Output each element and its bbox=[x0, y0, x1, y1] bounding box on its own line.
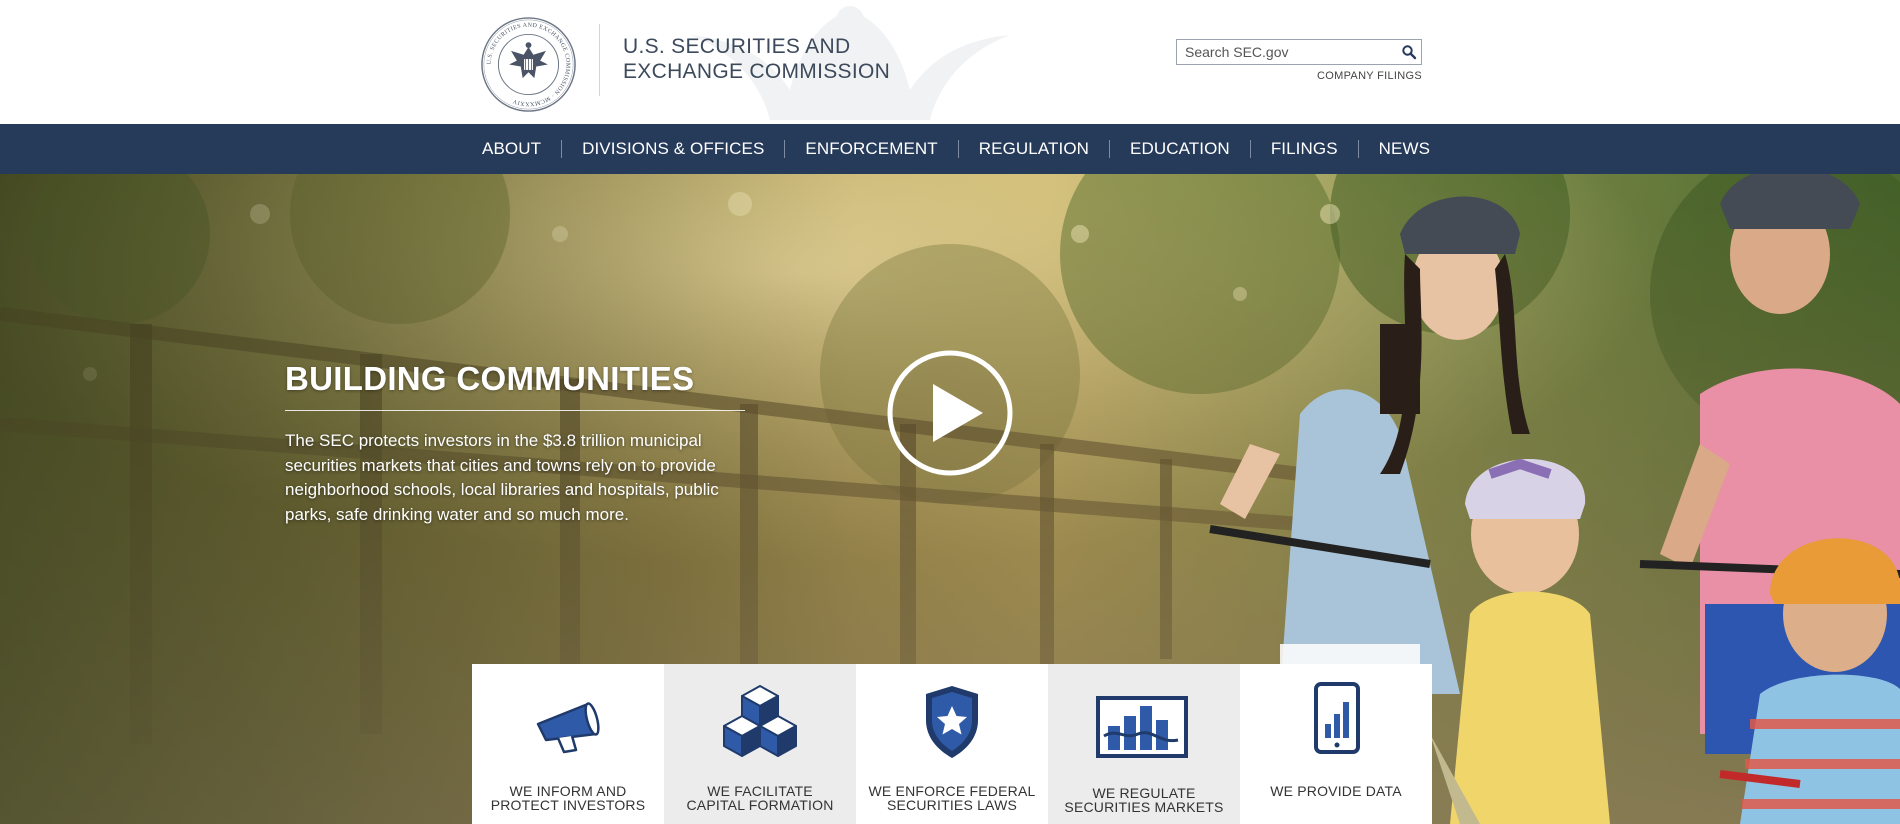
nav-item-filings[interactable]: FILINGS bbox=[1259, 139, 1350, 159]
hero-banner: BUILDING COMMUNITIES The SEC protects in… bbox=[0, 174, 1900, 824]
tile-regulate-securities-markets[interactable]: WE REGULATE SECURITIES MARKETS bbox=[1048, 664, 1240, 824]
shield-star-icon bbox=[926, 686, 978, 758]
megaphone-icon bbox=[536, 702, 600, 754]
nav-item-divisions-offices[interactable]: DIVISIONS & OFFICES bbox=[570, 139, 776, 159]
tile-label: WE ENFORCE FEDERAL SECURITIES LAWS bbox=[868, 783, 1036, 813]
nav-item-education[interactable]: EDUCATION bbox=[1118, 139, 1242, 159]
tile-provide-data[interactable]: WE PROVIDE DATA bbox=[1240, 664, 1432, 824]
hero-text-block: BUILDING COMMUNITIES The SEC protects in… bbox=[285, 360, 745, 527]
agency-name[interactable]: U.S. SECURITIES AND EXCHANGE COMMISSION bbox=[623, 34, 943, 84]
nav-separator bbox=[784, 140, 786, 158]
company-filings-link[interactable]: COMPANY FILINGS bbox=[1300, 70, 1422, 82]
tile-facilitate-capital-formation[interactable]: WE FACILITATE CAPITAL FORMATION bbox=[664, 664, 856, 824]
site-header: U.S. SECURITIES AND EXCHANGE COMMISSION … bbox=[0, 0, 1900, 124]
tile-label: WE FACILITATE CAPITAL FORMATION bbox=[686, 783, 834, 813]
market-chart-icon bbox=[1096, 696, 1188, 758]
search-icon[interactable] bbox=[1401, 44, 1417, 60]
hero-description: The SEC protects investors in the $3.8 t… bbox=[285, 431, 719, 524]
mission-tiles: WE INFORM AND PROTECT INVESTORS WE FACIL… bbox=[472, 664, 1432, 824]
tile-enforce-securities-laws[interactable]: WE ENFORCE FEDERAL SECURITIES LAWS bbox=[856, 664, 1048, 824]
search-box bbox=[1176, 39, 1422, 65]
main-nav: ABOUT DIVISIONS & OFFICES ENFORCEMENT RE… bbox=[0, 124, 1900, 174]
tile-label: WE PROVIDE DATA bbox=[1270, 783, 1402, 799]
header-divider bbox=[599, 24, 600, 96]
hero-title: BUILDING COMMUNITIES bbox=[285, 360, 745, 411]
sec-seal-logo[interactable]: U.S. SECURITIES AND EXCHANGE COMMISSION … bbox=[480, 16, 577, 113]
mobile-data-icon bbox=[1314, 682, 1360, 754]
cubes-icon bbox=[723, 685, 797, 757]
search-input[interactable] bbox=[1177, 40, 1397, 64]
nav-item-about[interactable]: ABOUT bbox=[470, 139, 553, 159]
play-video-icon[interactable] bbox=[885, 348, 1015, 478]
tile-label: WE INFORM AND PROTECT INVESTORS bbox=[490, 783, 646, 813]
nav-separator bbox=[561, 140, 563, 158]
nav-separator bbox=[1109, 140, 1111, 158]
tile-inform-protect-investors[interactable]: WE INFORM AND PROTECT INVESTORS bbox=[472, 664, 664, 824]
nav-separator bbox=[1357, 140, 1359, 158]
nav-item-enforcement[interactable]: ENFORCEMENT bbox=[793, 139, 949, 159]
nav-item-news[interactable]: NEWS bbox=[1367, 139, 1442, 159]
tile-label: WE REGULATE SECURITIES MARKETS bbox=[1064, 785, 1224, 815]
nav-separator bbox=[1249, 140, 1251, 158]
nav-separator bbox=[957, 140, 959, 158]
nav-item-regulation[interactable]: REGULATION bbox=[967, 139, 1101, 159]
